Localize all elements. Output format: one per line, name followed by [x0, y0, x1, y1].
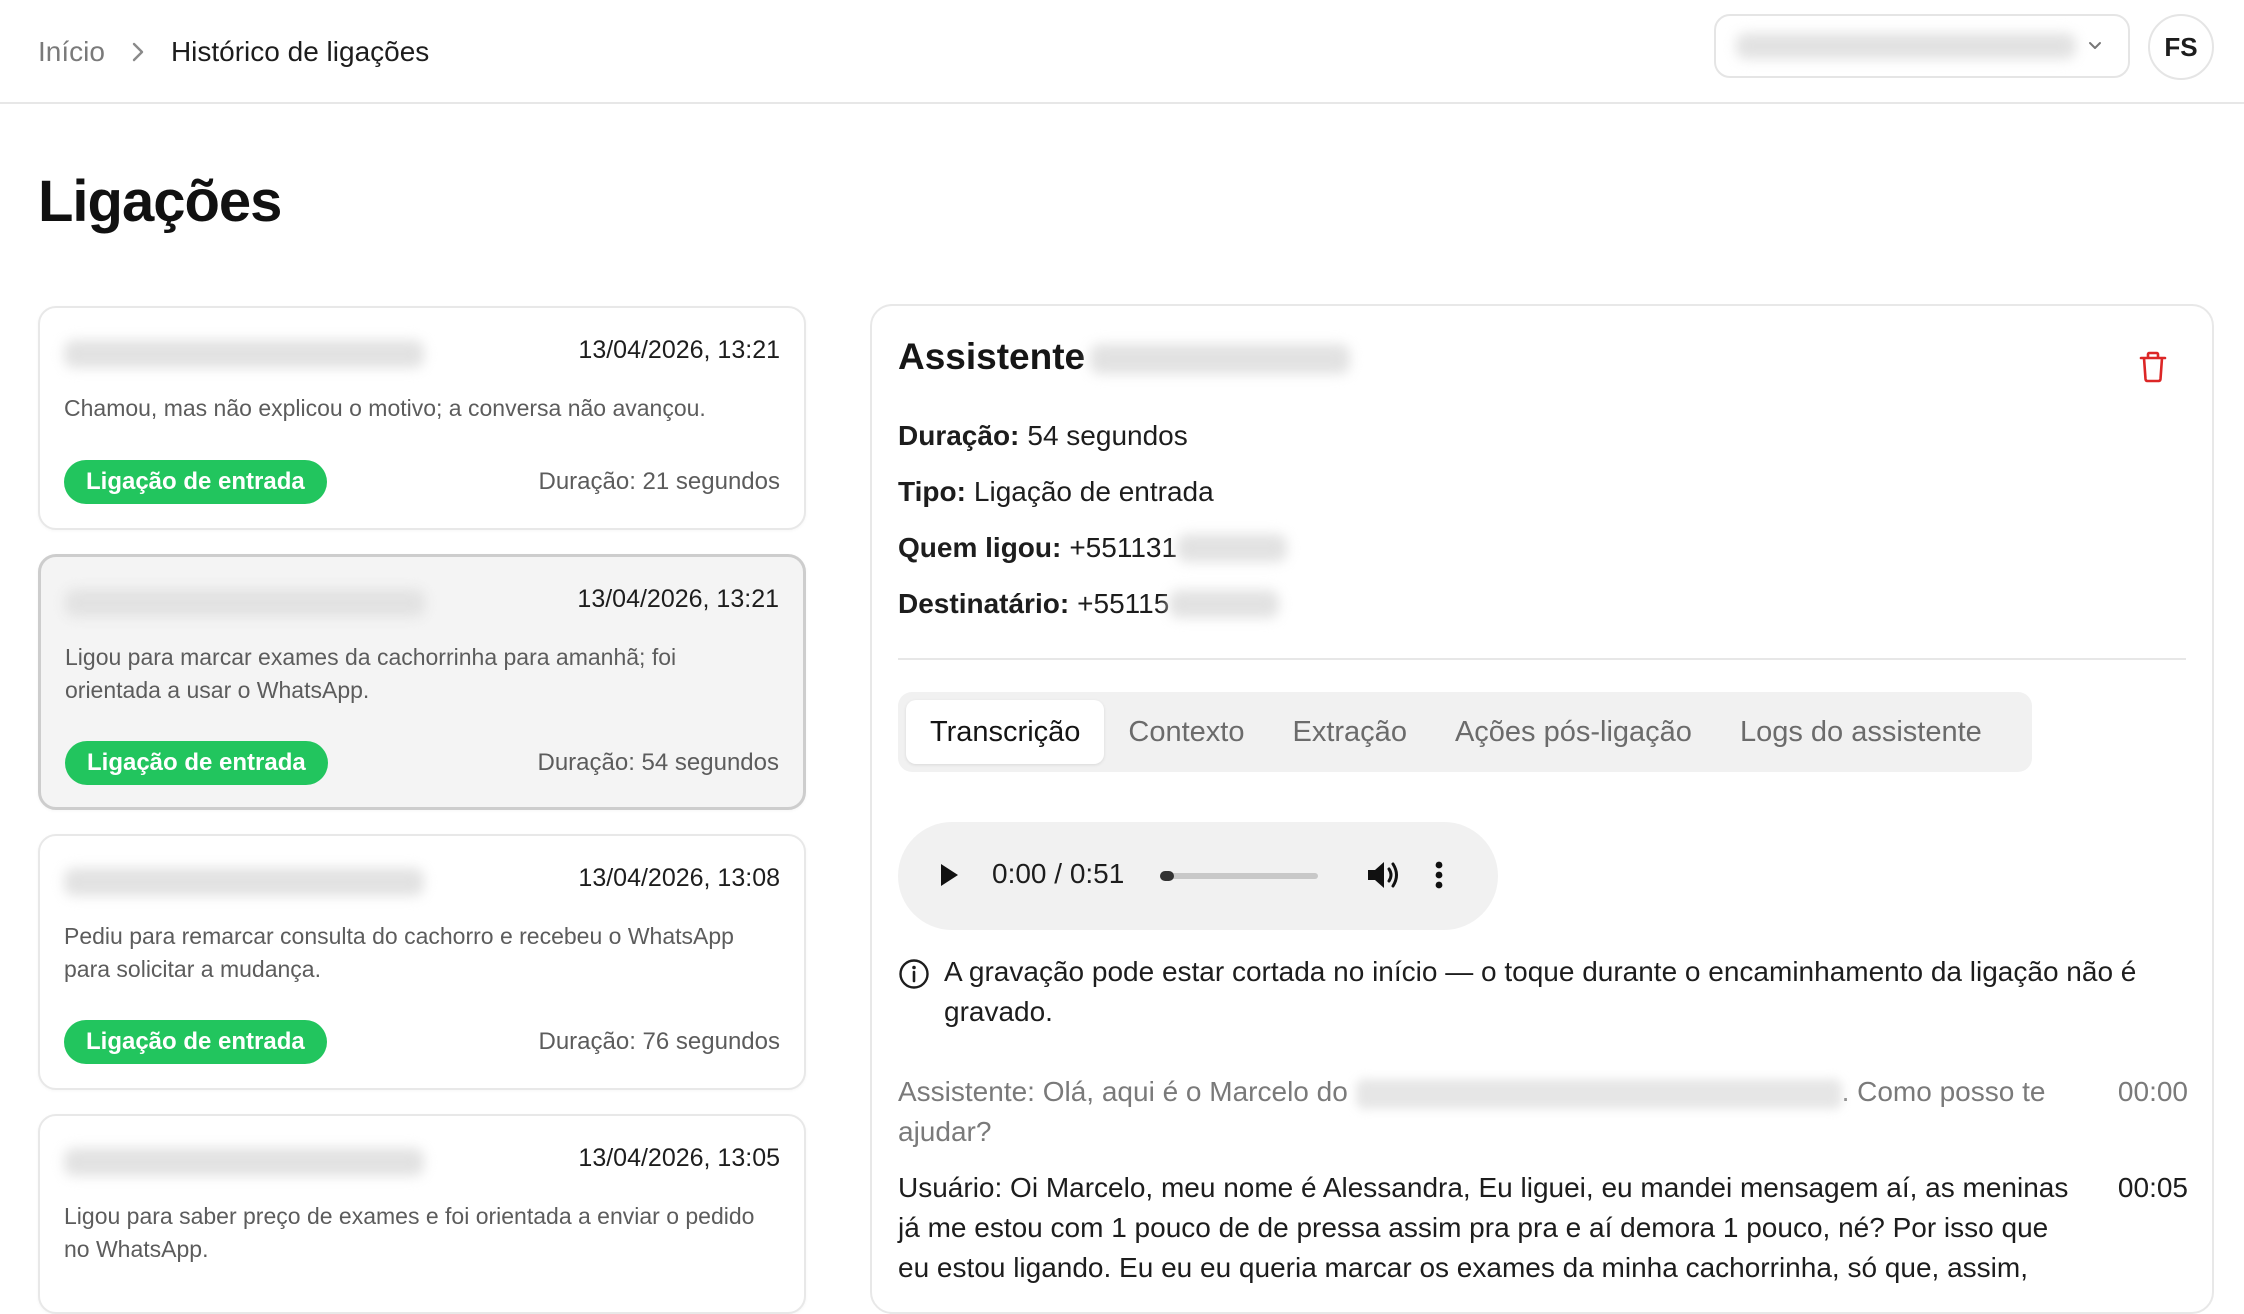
redacted-organization-name	[1736, 33, 2076, 59]
redacted-caller-name	[64, 868, 424, 896]
call-datetime: 13/04/2026, 13:08	[578, 864, 780, 892]
call-card[interactable]: 13/04/2026, 13:21 Chamou, mas não explic…	[38, 306, 806, 530]
breadcrumb-current: Histórico de ligações	[170, 36, 430, 67]
meta-type-label: Tipo:	[898, 476, 966, 507]
meta-caller-label: Quem ligou:	[898, 532, 1062, 563]
redacted-assistant-name	[1090, 344, 1350, 374]
detail-tabs: Transcrição Contexto Extração Ações pós-…	[898, 692, 2032, 772]
tab-logs-do-assistente[interactable]: Logs do assistente	[1716, 700, 2006, 764]
user-avatar[interactable]: FS	[2148, 14, 2214, 80]
transcript-text-before: Assistente: Olá, aqui é o Marcelo do	[898, 1076, 1356, 1107]
call-type-badge: Ligação de entrada	[64, 460, 327, 504]
call-datetime: 13/04/2026, 13:21	[577, 585, 779, 613]
call-card[interactable]: 13/04/2026, 13:05 Ligou para saber preço…	[38, 1114, 806, 1314]
transcript-line-assistant: Assistente: Olá, aqui é o Marcelo do . C…	[898, 1072, 2188, 1152]
call-duration: Duração: 21 segundos	[538, 468, 781, 495]
play-icon[interactable]	[936, 860, 962, 895]
redacted-phone-digits	[1177, 534, 1288, 562]
meta-duration-label: Duração:	[898, 420, 1020, 451]
page-title: Ligações	[38, 169, 282, 234]
breadcrumb-home-link[interactable]: Início	[38, 36, 105, 68]
breadcrumb: Início Histórico de ligações	[38, 0, 429, 104]
transcript-line-user: Usuário: Oi Marcelo, meu nome é Alessand…	[898, 1168, 2188, 1288]
audio-seek-slider[interactable]	[1160, 871, 1318, 881]
call-detail-panel: Assistente Duração: 54 segundos Tipo: Li…	[870, 304, 2214, 1314]
meta-duration: Duração: 54 segundos	[898, 420, 1188, 452]
audio-time: 0:00 / 0:51	[992, 858, 1125, 889]
trash-icon[interactable]	[2138, 350, 2168, 389]
redacted-caller-name	[64, 340, 424, 368]
call-datetime: 13/04/2026, 13:05	[578, 1144, 780, 1172]
tab-contexto[interactable]: Contexto	[1104, 700, 1268, 764]
redacted-caller-name	[65, 589, 425, 617]
top-bar: Início Histórico de ligações FS	[0, 0, 2244, 104]
audio-seek-progress	[1160, 871, 1174, 881]
call-summary: Pediu para remarcar consulta do cachorro…	[64, 923, 734, 982]
call-datetime: 13/04/2026, 13:21	[578, 336, 780, 364]
info-icon	[898, 958, 930, 1032]
organization-select[interactable]	[1714, 14, 2130, 78]
meta-recipient: Destinatário: +55115	[898, 588, 1280, 620]
call-card-selected[interactable]: 13/04/2026, 13:21 Ligou para marcar exam…	[38, 554, 806, 810]
more-options-icon[interactable]	[1434, 858, 1444, 897]
call-summary: Ligou para marcar exames da cachorrinha …	[65, 644, 677, 703]
meta-caller: Quem ligou: +551131	[898, 532, 1288, 564]
transcript-timestamp[interactable]: 00:00	[2118, 1072, 2188, 1112]
chevron-down-icon	[2088, 38, 2102, 56]
tab-extracao[interactable]: Extração	[1269, 700, 1431, 764]
divider	[898, 658, 2186, 660]
call-type-badge: Ligação de entrada	[64, 1020, 327, 1064]
detail-title: Assistente	[898, 336, 1086, 377]
call-card[interactable]: 13/04/2026, 13:08 Pediu para remarcar co…	[38, 834, 806, 1090]
transcript-timestamp[interactable]: 00:05	[2118, 1168, 2188, 1208]
meta-caller-value: +551131	[1069, 532, 1178, 563]
call-duration: Duração: 76 segundos	[538, 1028, 781, 1055]
tab-transcricao[interactable]: Transcrição	[906, 700, 1105, 764]
redacted-business-name	[1355, 1078, 1842, 1109]
redacted-caller-name	[64, 1148, 424, 1176]
meta-duration-value: 54 segundos	[1027, 420, 1188, 451]
recording-notice: A gravação pode estar cortada no início …	[898, 952, 2188, 1032]
transcript-text: Usuário: Oi Marcelo, meu nome é Alessand…	[898, 1172, 2069, 1283]
transcript-text: Assistente: Olá, aqui é o Marcelo do . C…	[898, 1072, 2078, 1152]
call-summary: Chamou, mas não explicou o motivo; a con…	[64, 395, 706, 421]
chevron-right-icon	[131, 41, 145, 63]
redacted-phone-digits	[1169, 590, 1280, 618]
call-duration: Duração: 54 segundos	[537, 749, 780, 776]
call-summary: Ligou para saber preço de exames e foi o…	[64, 1203, 755, 1262]
tab-acoes-pos-ligacao[interactable]: Ações pós-ligação	[1431, 700, 1716, 764]
meta-recipient-label: Destinatário:	[898, 588, 1070, 619]
call-type-badge: Ligação de entrada	[65, 741, 328, 785]
meta-recipient-value: +55115	[1077, 588, 1170, 619]
recording-notice-text: A gravação pode estar cortada no início …	[944, 956, 2137, 1027]
audio-player: 0:00 / 0:51	[898, 822, 1498, 930]
meta-type-value: Ligação de entrada	[973, 476, 1214, 507]
volume-icon[interactable]	[1364, 858, 1404, 897]
meta-type: Tipo: Ligação de entrada	[898, 476, 1214, 508]
